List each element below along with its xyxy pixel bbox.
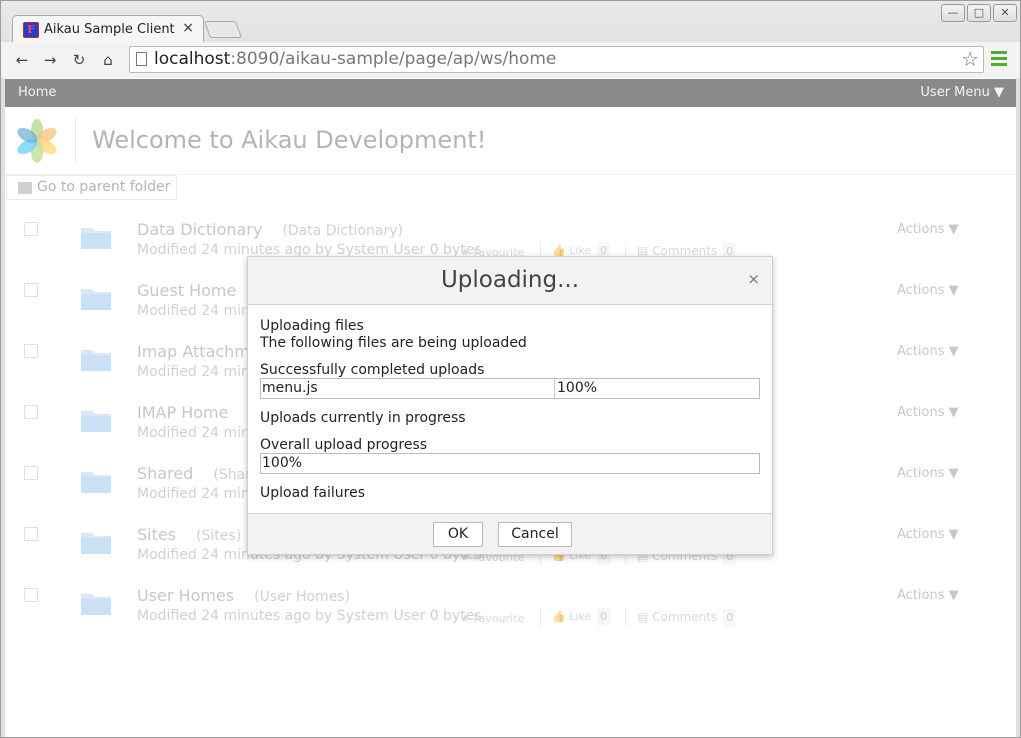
completed-file-name: menu.js [262, 380, 318, 396]
dialog-footer: OK Cancel [248, 513, 772, 554]
maximize-icon[interactable]: □ [967, 4, 991, 22]
back-icon[interactable]: ← [11, 49, 33, 71]
cell-divider [554, 379, 555, 398]
url-text: localhost:8090/aikau-sample/page/ap/ws/h… [154, 49, 557, 69]
tab-title: Aikau Sample Client [44, 22, 175, 37]
window-border-right [1016, 78, 1021, 738]
reload-icon[interactable]: ↻ [68, 49, 90, 71]
new-tab-button[interactable] [203, 21, 243, 38]
tab-close-icon[interactable]: × [182, 20, 194, 36]
overall-progress-bar: 100% [260, 453, 760, 474]
completed-upload-row: menu.js 100% [260, 378, 760, 399]
uploading-files-label: Uploading files [260, 318, 364, 334]
home-menu-item[interactable]: Home [18, 85, 56, 100]
user-menu[interactable]: User Menu ▼ [920, 85, 1004, 100]
forward-icon[interactable]: → [39, 49, 61, 71]
ok-button[interactable]: OK [433, 522, 483, 547]
completed-file-percent: 100% [557, 380, 598, 396]
in-progress-heading: Uploads currently in progress [260, 410, 466, 426]
close-icon[interactable]: × [747, 270, 760, 288]
browser-tab[interactable]: F Aikau Sample Client × [12, 15, 204, 42]
dialog-subtitle: The following files are being uploaded [260, 335, 527, 351]
dialog-title: Uploading... [440, 267, 580, 293]
minimize-icon[interactable]: — [941, 4, 965, 22]
upload-dialog: Uploading... × Uploading files The follo… [247, 256, 773, 555]
upload-failures-heading: Upload failures [260, 485, 366, 501]
bookmark-star-icon[interactable]: ☆ [961, 47, 979, 72]
close-window-icon[interactable]: ✕ [993, 4, 1017, 22]
completed-uploads-heading: Successfully completed uploads [260, 362, 485, 378]
page-icon [136, 52, 147, 66]
cancel-button[interactable]: Cancel [498, 522, 572, 547]
overall-progress-percent: 100% [262, 455, 303, 471]
overall-progress-heading: Overall upload progress [260, 437, 428, 453]
dialog-header: Uploading... × [248, 257, 772, 305]
app-favicon-icon: F [23, 22, 39, 38]
address-bar[interactable]: localhost:8090/aikau-sample/page/ap/ws/h… [129, 46, 984, 73]
menu-icon[interactable] [991, 51, 1007, 67]
home-icon[interactable]: ⌂ [97, 49, 119, 71]
browser-chrome: F Aikau Sample Client × — □ ✕ ← → ↻ ⌂ lo… [0, 0, 1021, 78]
app-header-bar: Home User Menu ▼ [5, 79, 1016, 107]
